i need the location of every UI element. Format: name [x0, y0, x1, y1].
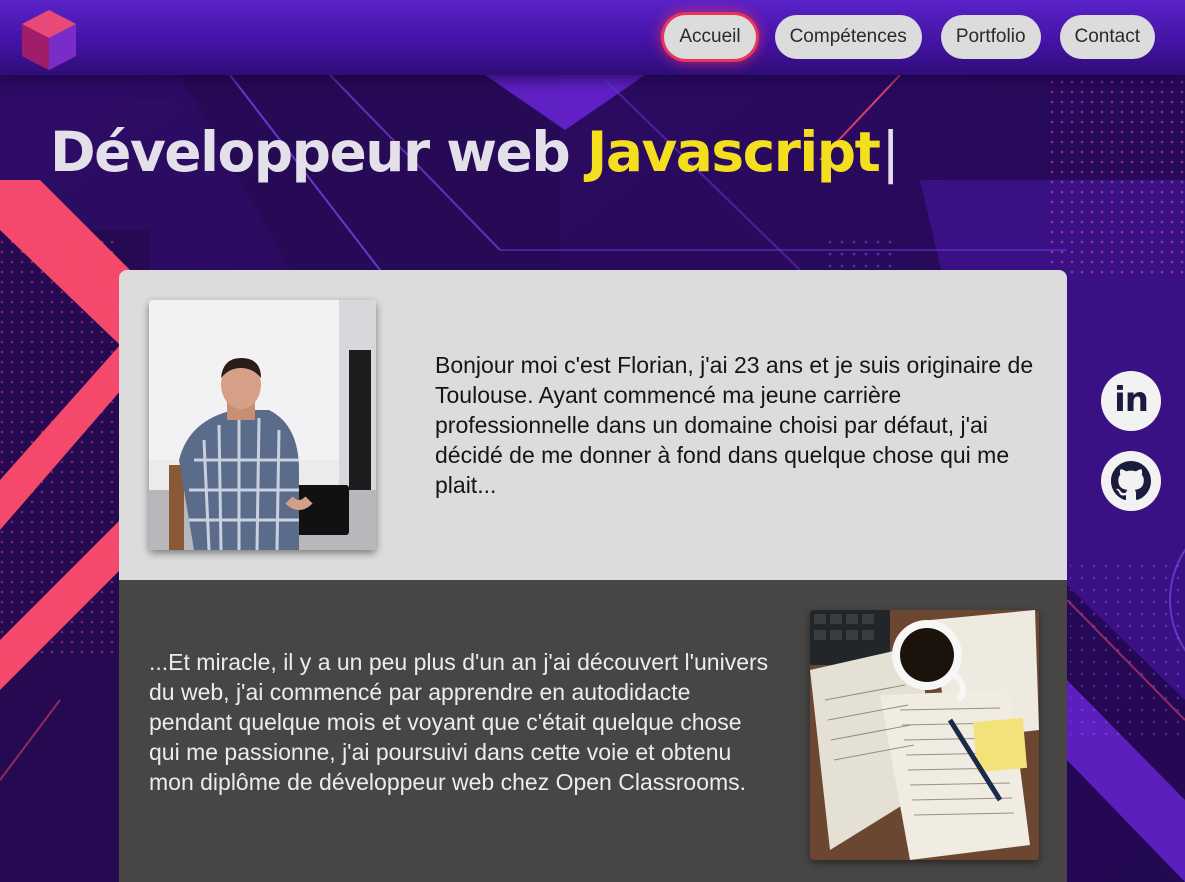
linkedin-icon: in	[1114, 379, 1149, 420]
main-nav: Accueil Compétences Portfolio Contact	[664, 15, 1155, 59]
title-prefix: Développeur web	[50, 120, 587, 184]
github-link[interactable]	[1101, 451, 1161, 511]
linkedin-link[interactable]: in	[1101, 371, 1161, 431]
site-header: Accueil Compétences Portfolio Contact	[0, 0, 1185, 75]
about-story-card: ...Et miracle, il y a un peu plus d'un a…	[119, 580, 1067, 882]
intro-paragraph: Bonjour moi c'est Florian, j'ai 23 ans e…	[435, 352, 1034, 498]
coffee-notebook-photo	[810, 610, 1039, 860]
nav-portfolio-button[interactable]: Portfolio	[940, 15, 1041, 59]
nav-competences-button[interactable]: Compétences	[774, 15, 922, 59]
profile-photo	[149, 300, 376, 550]
about-intro-card: Bonjour moi c'est Florian, j'ai 23 ans e…	[119, 270, 1067, 580]
cube-logo[interactable]	[18, 8, 80, 74]
nav-contact-button[interactable]: Contact	[1059, 15, 1155, 59]
page-title: Développeur web Javascript|	[50, 120, 900, 184]
nav-accueil-button[interactable]: Accueil	[664, 15, 756, 59]
story-paragraph: ...Et miracle, il y a un peu plus d'un a…	[149, 649, 769, 795]
typing-cursor: |	[881, 120, 900, 184]
title-highlight: Javascript	[586, 120, 881, 184]
github-icon	[1111, 461, 1151, 501]
